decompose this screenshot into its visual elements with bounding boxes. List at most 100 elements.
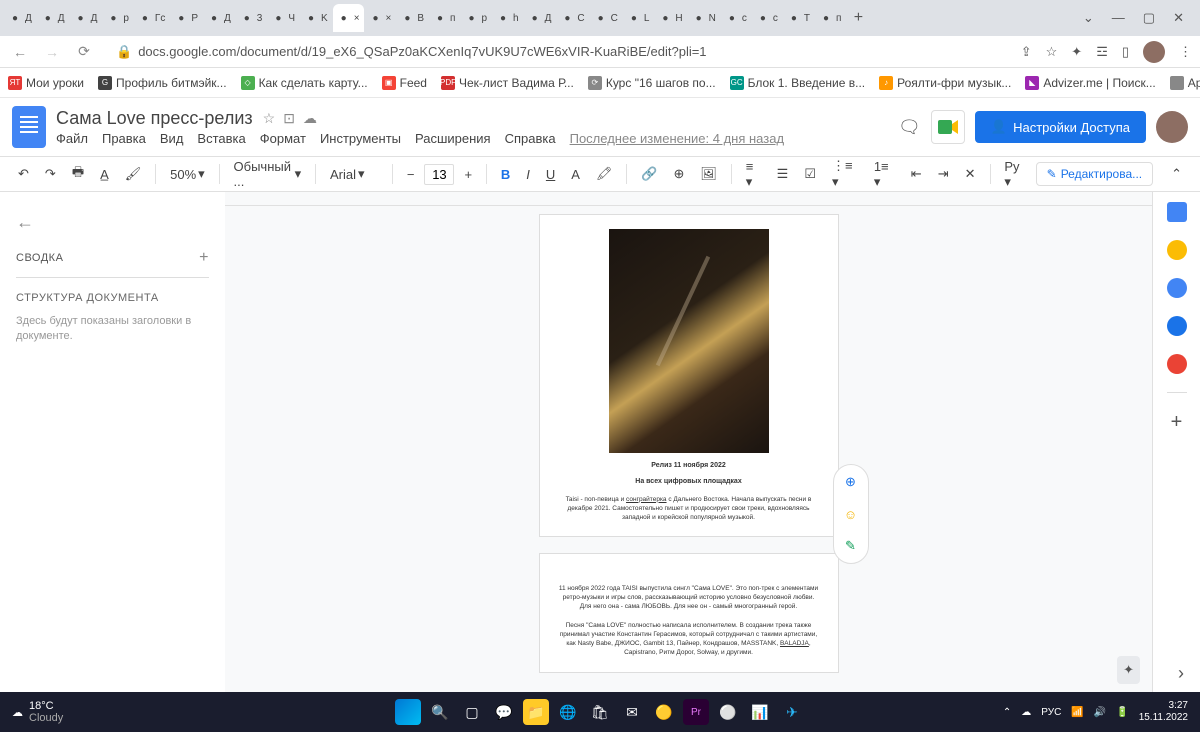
mail-icon[interactable]: ✉ — [619, 699, 645, 725]
side-panel-icon[interactable]: ▯ — [1122, 44, 1129, 60]
profile-avatar[interactable] — [1143, 41, 1165, 63]
add-summary-button[interactable]: + — [199, 249, 209, 267]
numbered-list-button[interactable]: 1≡ ▾ — [868, 155, 901, 194]
decrease-indent-button[interactable]: ⇤ — [905, 162, 928, 186]
browser-tab[interactable]: ●р — [102, 4, 133, 32]
chrome-menu[interactable]: ⋮ — [1179, 44, 1192, 60]
browser-tab[interactable]: ●h — [492, 4, 523, 32]
bookmark-item[interactable]: ▣Feed — [382, 76, 427, 90]
bookmark-item[interactable]: ⟳Курс "16 шагов по... — [588, 76, 716, 90]
star-doc-icon[interactable]: ☆ — [263, 110, 276, 127]
insert-image-button[interactable]: 🖼 — [694, 162, 723, 186]
window-close[interactable]: ✕ — [1173, 10, 1184, 26]
browser-tab[interactable]: ●р — [460, 4, 491, 32]
new-tab-button[interactable]: + — [846, 9, 870, 27]
doc-title[interactable]: Сама Love пресс-релиз — [56, 108, 253, 129]
cloud-status-icon[interactable]: ☁ — [303, 110, 317, 127]
browser-tab[interactable]: ●C — [590, 4, 622, 32]
browser-tab[interactable]: ●Д — [524, 4, 556, 32]
checklist-button[interactable]: ☑ — [798, 162, 822, 186]
nav-reload[interactable]: ⟳ — [72, 43, 96, 60]
onedrive-icon[interactable]: ☁ — [1021, 707, 1031, 718]
browser-tab[interactable]: ●H — [654, 4, 686, 32]
page-1[interactable]: Релиз 11 ноября 2022 На всех цифровых пл… — [539, 214, 839, 537]
outline-collapse-icon[interactable]: ← — [16, 212, 209, 233]
browser-tab[interactable]: ●п — [429, 4, 459, 32]
page-2[interactable]: 11 ноября 2022 года TAISI выпустила синг… — [539, 553, 839, 673]
move-doc-icon[interactable]: ⊡ — [283, 110, 295, 127]
window-chevron[interactable]: ⌄ — [1083, 10, 1094, 26]
bookmark-item[interactable]: ◇Как сделать карту... — [241, 76, 368, 90]
redo-button[interactable]: ↷ — [39, 162, 62, 186]
url-field[interactable]: 🔒 docs.google.com/document/d/19_eX6_QSaP… — [104, 44, 1013, 60]
menu-item[interactable]: Правка — [102, 131, 146, 146]
maps-icon[interactable] — [1167, 354, 1187, 374]
browser-tab[interactable]: ●Гс — [134, 4, 169, 32]
insert-comment-button[interactable]: ⊕ — [668, 162, 691, 186]
menu-item[interactable]: Формат — [260, 131, 306, 146]
volume-icon[interactable]: 🔊 — [1094, 707, 1106, 718]
browser-tab[interactable]: ●Д — [203, 4, 235, 32]
window-minimize[interactable]: — — [1112, 10, 1125, 26]
browser-tab[interactable]: ●Д — [70, 4, 102, 32]
meet-icon[interactable] — [931, 110, 965, 144]
task-view-button[interactable]: ▢ — [459, 699, 485, 725]
paint-format-button[interactable]: 🖌 — [119, 162, 148, 186]
line-spacing-button[interactable]: ☰ — [771, 162, 795, 186]
print-button[interactable]: 🖶 — [66, 159, 90, 189]
weather-widget[interactable]: ☁ 18°C Cloudy — [12, 700, 63, 724]
browser-tab[interactable]: ●T — [783, 4, 814, 32]
browser-tab[interactable]: ●× — [333, 4, 364, 32]
font-select[interactable]: Arial ▾ — [324, 162, 384, 186]
bookmark-item[interactable]: GCБлок 1. Введение в... — [730, 76, 866, 90]
browser-tab[interactable]: ●с — [721, 4, 751, 32]
menu-item[interactable]: Файл — [56, 131, 88, 146]
premiere-icon[interactable]: Pr — [683, 699, 709, 725]
browser-tab[interactable]: ●п — [815, 4, 845, 32]
telegram-icon[interactable]: ✈ — [779, 699, 805, 725]
ruler[interactable] — [225, 192, 1152, 206]
reading-list-icon[interactable]: ☲ — [1096, 44, 1108, 60]
wifi-icon[interactable]: 📶 — [1071, 707, 1083, 718]
start-button[interactable] — [395, 699, 421, 725]
menu-item[interactable]: Справка — [505, 131, 556, 146]
tray-chevron[interactable]: ⌃ — [1003, 707, 1011, 718]
edge-icon[interactable]: 🌐 — [555, 699, 581, 725]
contacts-icon[interactable] — [1167, 316, 1187, 336]
font-size-field[interactable] — [424, 164, 454, 185]
browser-tab[interactable]: ●Д — [4, 4, 36, 32]
bookmark-item[interactable]: PDFЧек-лист Вадима Р... — [441, 76, 574, 90]
browser-tab[interactable]: ●3 — [236, 4, 267, 32]
browser-tab[interactable]: ●C — [556, 4, 588, 32]
editing-mode-button[interactable]: ✎ Редактирова... — [1036, 162, 1153, 186]
account-avatar[interactable] — [1156, 111, 1188, 143]
store-icon[interactable]: 🛍 — [587, 699, 613, 725]
last-edit-link[interactable]: Последнее изменение: 4 дня назад — [570, 131, 784, 146]
window-maximize[interactable]: ▢ — [1143, 10, 1155, 26]
align-button[interactable]: ≡ ▾ — [740, 155, 767, 194]
add-comment-icon[interactable]: ⊕ — [840, 471, 862, 493]
menu-item[interactable]: Вид — [160, 131, 184, 146]
zoom-select[interactable]: 50% ▾ — [164, 162, 211, 186]
language-indicator[interactable]: РУС — [1041, 707, 1061, 718]
highlight-button[interactable]: 🖍 — [590, 162, 619, 186]
explorer-icon[interactable]: 📁 — [523, 699, 549, 725]
share-url-icon[interactable]: ⇪ — [1021, 44, 1032, 60]
undo-button[interactable]: ↶ — [12, 162, 35, 186]
menu-item[interactable]: Расширения — [415, 131, 491, 146]
add-suggestion-icon[interactable]: ✎ — [840, 535, 862, 557]
input-tools-button[interactable]: Ру ▾ — [998, 155, 1031, 194]
bookmark-item[interactable]: Apple Music for Art... — [1170, 76, 1200, 90]
star-icon[interactable]: ☆ — [1046, 44, 1058, 60]
app-icon-1[interactable]: ⚪ — [715, 699, 741, 725]
browser-tab[interactable]: ●Д — [37, 4, 69, 32]
app-icon-2[interactable]: 📊 — [747, 699, 773, 725]
chrome-icon[interactable]: 🟡 — [651, 699, 677, 725]
browser-tab[interactable]: ●Р — [170, 4, 202, 32]
browser-tab[interactable]: ●N — [688, 4, 720, 32]
calendar-icon[interactable] — [1167, 202, 1187, 222]
bookmark-item[interactable]: ЯТМои уроки — [8, 76, 84, 90]
font-size-minus[interactable]: − — [401, 163, 421, 186]
clock[interactable]: 3:27 15.11.2022 — [1139, 700, 1188, 724]
docs-logo-icon[interactable] — [12, 106, 46, 148]
